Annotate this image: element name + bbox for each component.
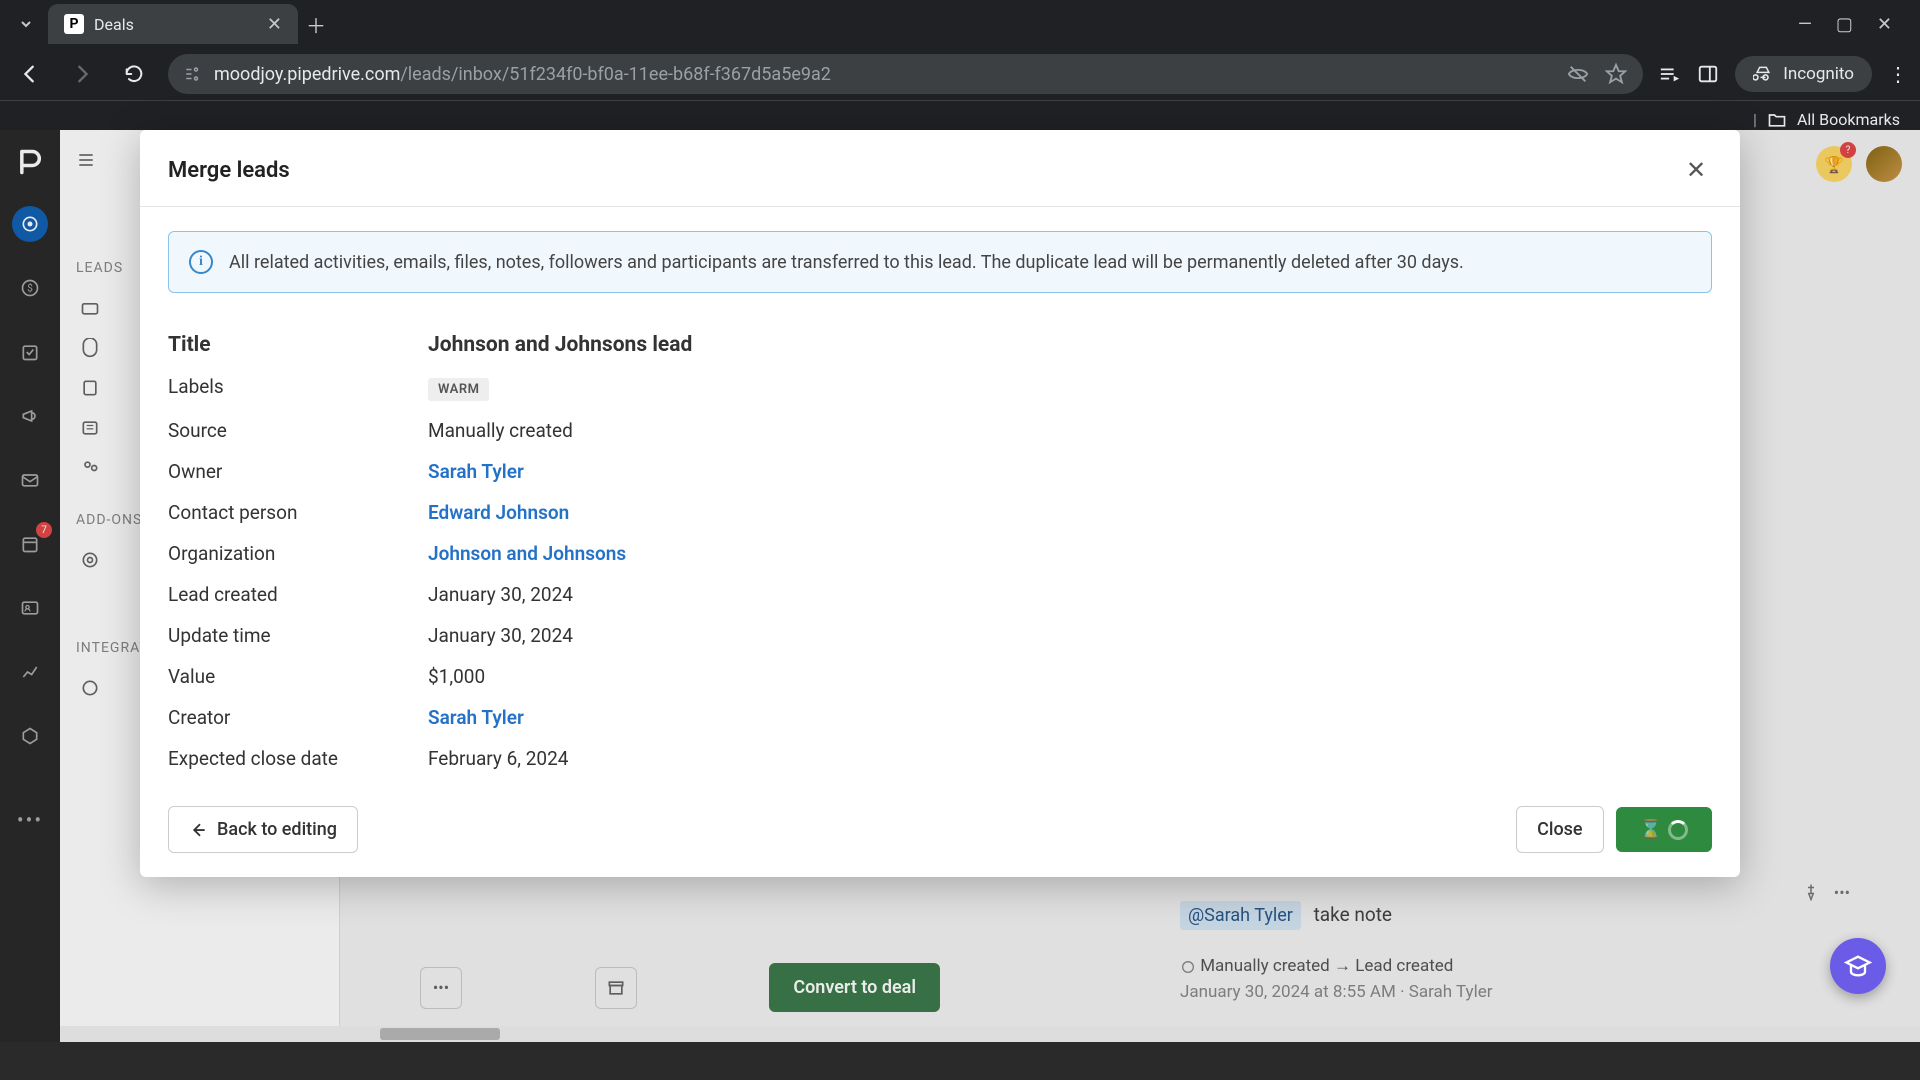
scrollbar-thumb[interactable] (380, 1028, 500, 1040)
graduation-cap-icon (1844, 952, 1872, 980)
tab-favicon: P (64, 14, 84, 34)
modal-header: Merge leads ✕ (140, 130, 1740, 207)
horizontal-scrollbar[interactable] (60, 1026, 1920, 1042)
back-to-editing-button[interactable]: Back to editing (168, 806, 358, 853)
field-value-updated: January 30, 2024 (428, 624, 573, 647)
merge-leads-modal: Merge leads ✕ i All related activities, … (140, 130, 1740, 877)
url-bar[interactable]: moodjoy.pipedrive.com/leads/inbox/51f234… (168, 54, 1643, 94)
field-label-value: Value (168, 665, 428, 688)
field-value-value: $1,000 (428, 665, 485, 688)
info-banner: i All related activities, emails, files,… (168, 231, 1712, 293)
forward-icon[interactable] (64, 56, 100, 92)
modal-title: Merge leads (168, 158, 290, 183)
tab-dropdown-icon[interactable] (8, 6, 44, 42)
field-label-labels: Labels (168, 375, 428, 401)
maximize-icon[interactable]: ▢ (1836, 14, 1853, 35)
site-settings-icon[interactable] (184, 65, 202, 83)
field-value-title: Johnson and Johnsons lead (428, 333, 692, 357)
browser-tab[interactable]: P Deals ✕ (48, 4, 298, 44)
tab-title: Deals (94, 15, 134, 34)
app-area: $ 7 ••• (0, 130, 1920, 1042)
extension-icons: Incognito ⋮ (1659, 56, 1908, 92)
all-bookmarks-link[interactable]: All Bookmarks (1797, 110, 1900, 129)
folder-icon (1767, 110, 1787, 130)
help-fab-button[interactable] (1830, 938, 1886, 994)
modal-body: i All related activities, emails, files,… (140, 207, 1740, 798)
info-text: All related activities, emails, files, n… (229, 252, 1464, 273)
media-icon[interactable] (1659, 63, 1681, 85)
eye-off-icon[interactable] (1567, 63, 1589, 85)
field-value-owner[interactable]: Sarah Tyler (428, 460, 524, 483)
field-label-creator: Creator (168, 706, 428, 729)
label-chip-warm: WARM (428, 378, 489, 401)
tab-bar: P Deals ✕ ＋ ― ▢ ✕ (0, 0, 1920, 48)
field-label-updated: Update time (168, 624, 428, 647)
incognito-badge[interactable]: Incognito (1735, 56, 1872, 92)
info-icon: i (189, 250, 213, 274)
modal-footer: Back to editing Close ⌛ (140, 798, 1740, 877)
field-value-source: Manually created (428, 419, 573, 442)
url-text: moodjoy.pipedrive.com/leads/inbox/51f234… (214, 64, 831, 85)
spinner-icon (1668, 820, 1688, 840)
close-button[interactable]: Close (1516, 806, 1603, 853)
close-icon[interactable]: ✕ (1680, 154, 1712, 186)
incognito-icon (1753, 64, 1773, 84)
panel-icon[interactable] (1697, 63, 1719, 85)
field-value-expected: February 6, 2024 (428, 747, 568, 770)
close-button-label: Close (1537, 819, 1582, 840)
tab-close-icon[interactable]: ✕ (267, 14, 282, 35)
reload-icon[interactable] (116, 56, 152, 92)
field-label-org: Organization (168, 542, 428, 565)
field-value-creator[interactable]: Sarah Tyler (428, 706, 524, 729)
field-label-title: Title (168, 333, 428, 357)
field-label-contact: Contact person (168, 501, 428, 524)
minimize-icon[interactable]: ― (1798, 14, 1812, 35)
hourglass-cursor-icon: ⌛ (1640, 819, 1662, 840)
field-value-contact[interactable]: Edward Johnson (428, 501, 569, 524)
back-button-label: Back to editing (217, 819, 337, 840)
field-label-owner: Owner (168, 460, 428, 483)
new-tab-button[interactable]: ＋ (306, 6, 342, 42)
arrow-left-icon (189, 821, 207, 839)
close-window-icon[interactable]: ✕ (1877, 14, 1892, 35)
field-value-created: January 30, 2024 (428, 583, 573, 606)
field-label-expected: Expected close date (168, 747, 428, 770)
address-bar: moodjoy.pipedrive.com/leads/inbox/51f234… (0, 48, 1920, 100)
browser-chrome: P Deals ✕ ＋ ― ▢ ✕ moodjoy.pipedrive.com/… (0, 0, 1920, 130)
menu-dots-icon[interactable]: ⋮ (1888, 62, 1908, 86)
field-label-source: Source (168, 419, 428, 442)
incognito-label: Incognito (1783, 64, 1854, 84)
star-icon[interactable] (1605, 63, 1627, 85)
window-controls: ― ▢ ✕ (1798, 14, 1912, 35)
back-icon[interactable] (12, 56, 48, 92)
field-label-created: Lead created (168, 583, 428, 606)
field-value-org[interactable]: Johnson and Johnsons (428, 542, 626, 565)
merge-button-loading[interactable]: ⌛ (1616, 807, 1712, 852)
